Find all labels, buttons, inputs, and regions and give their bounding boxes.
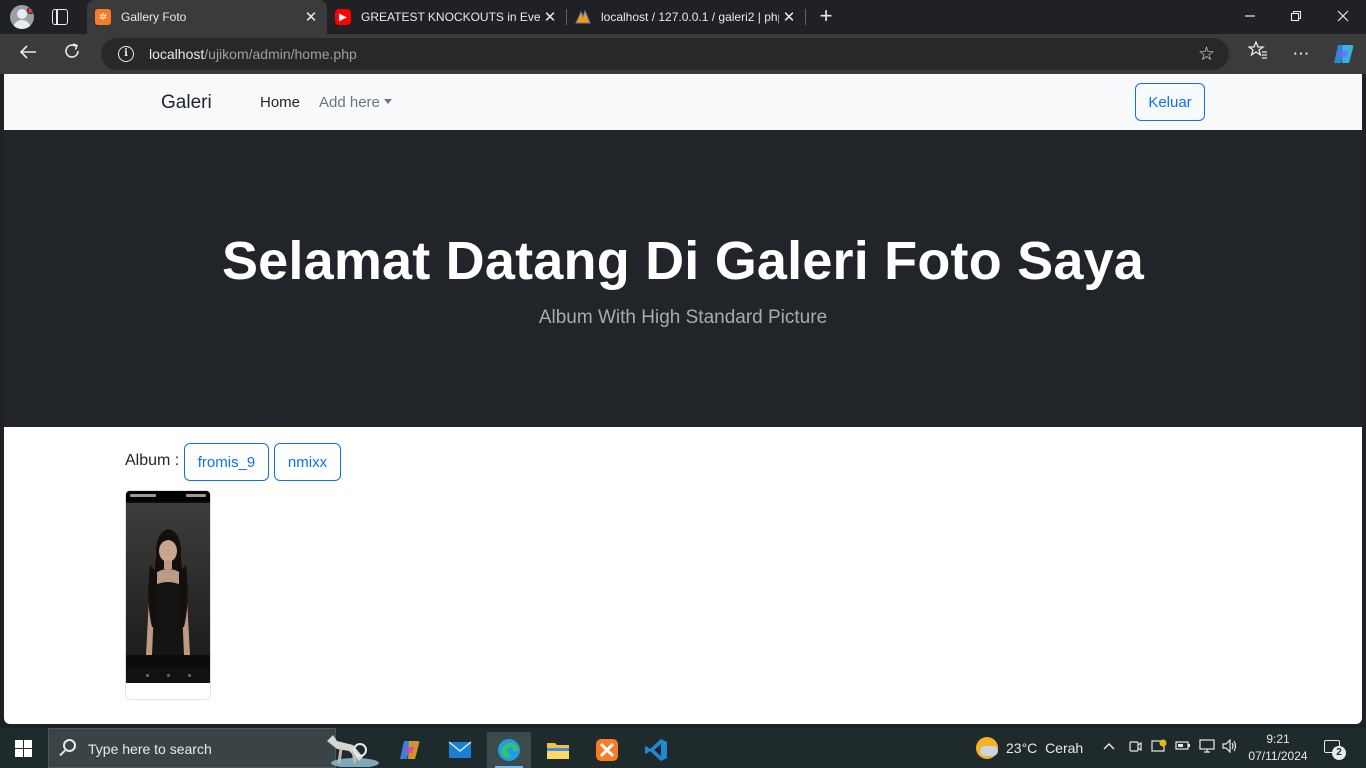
phone-status-bar xyxy=(126,491,210,501)
xampp-taskbar-icon[interactable] xyxy=(585,732,629,768)
tab-actions-icon[interactable] xyxy=(52,9,68,25)
network-icon[interactable] xyxy=(1199,739,1215,756)
close-tab-icon[interactable]: ✕ xyxy=(540,8,560,26)
restore-icon[interactable] xyxy=(1273,0,1319,34)
favorite-star-icon[interactable]: ☆ xyxy=(1198,43,1215,66)
task-view-icon[interactable] xyxy=(338,732,382,768)
album-label: Album : xyxy=(125,452,180,469)
logout-button[interactable]: Keluar xyxy=(1135,83,1205,121)
phpmyadmin-icon xyxy=(575,9,591,25)
page-viewport: Galeri Home Add here Keluar Selamat Data… xyxy=(4,74,1362,724)
tab-youtube[interactable]: ▶ GREATEST KNOCKOUTS in Every UFC ✕ xyxy=(327,0,566,34)
windows-start-icon[interactable] xyxy=(15,740,33,758)
profile-avatar-icon[interactable] xyxy=(10,5,34,29)
photo-card[interactable] xyxy=(125,490,211,700)
vscode-icon[interactable] xyxy=(634,732,678,768)
youtube-icon: ▶ xyxy=(335,9,351,25)
album-button-fromis-9[interactable]: fromis_9 xyxy=(184,443,269,481)
show-hidden-icons-chevron-icon[interactable] xyxy=(1103,739,1115,754)
navbar-brand[interactable]: Galeri xyxy=(161,92,212,114)
edge-icon[interactable] xyxy=(487,732,531,768)
url-text: localhost/ujikom/admin/home.php xyxy=(149,46,357,62)
hero-banner: Selamat Datang Di Galeri Foto Saya Album… xyxy=(4,130,1362,427)
file-explorer-icon[interactable] xyxy=(536,732,580,768)
notification-center-icon[interactable]: 2 xyxy=(1322,738,1346,760)
nav-dropdown-add-here[interactable]: Add here xyxy=(319,94,392,111)
notification-count-badge: 2 xyxy=(1332,746,1346,760)
browser-tab-strip: ✲ Gallery Foto ✕ ▶ GREATEST KNOCKOUTS in… xyxy=(0,0,1366,34)
copilot-icon[interactable] xyxy=(1332,43,1356,65)
site-navbar: Galeri Home Add here Keluar xyxy=(4,74,1362,130)
dropdown-caret-icon xyxy=(383,99,392,104)
tab-separator xyxy=(805,9,806,25)
xampp-icon: ✲ xyxy=(95,9,111,25)
back-button[interactable] xyxy=(13,39,43,69)
taskbar-search-box[interactable]: Type here to search xyxy=(48,728,379,768)
volume-icon[interactable] xyxy=(1222,738,1238,756)
photo-thumbnail[interactable] xyxy=(126,491,210,683)
partly-sunny-icon xyxy=(976,737,998,759)
site-info-icon[interactable]: i xyxy=(118,46,134,62)
close-tab-icon[interactable]: ✕ xyxy=(301,8,321,26)
mail-icon[interactable] xyxy=(438,732,482,768)
search-icon xyxy=(63,739,76,752)
close-window-icon[interactable] xyxy=(1320,0,1366,34)
minimize-icon[interactable] xyxy=(1227,0,1273,34)
album-button-nmixx[interactable]: nmixx xyxy=(274,443,341,481)
meet-now-icon[interactable] xyxy=(1128,739,1142,756)
search-placeholder: Type here to search xyxy=(88,741,212,757)
refresh-button[interactable] xyxy=(57,39,87,69)
tab-phpmyadmin[interactable]: localhost / 127.0.0.1 / galeri2 | phpMyA… xyxy=(567,0,805,34)
new-tab-button[interactable]: + xyxy=(815,4,837,28)
taskbar-clock[interactable]: 9:21 07/11/2024 xyxy=(1246,731,1310,765)
more-menu-icon[interactable]: ⋯ xyxy=(1288,41,1314,67)
nav-link-home[interactable]: Home xyxy=(260,94,300,111)
address-bar[interactable]: i localhost/ujikom/admin/home.php ☆ xyxy=(101,38,1229,70)
browser-toolbar: i localhost/ujikom/admin/home.php ☆ ⋯ xyxy=(0,34,1366,74)
close-tab-icon[interactable]: ✕ xyxy=(779,8,799,26)
favorites-icon[interactable] xyxy=(1245,40,1271,67)
windows-taskbar: Type here to search 23°C Cerah 9:21 07/1… xyxy=(0,728,1366,768)
tab-gallery-foto[interactable]: ✲ Gallery Foto ✕ xyxy=(87,0,327,34)
hero-title: Selamat Datang Di Galeri Foto Saya xyxy=(221,231,1145,291)
security-alert-icon[interactable] xyxy=(1151,739,1167,756)
battery-icon[interactable] xyxy=(1175,739,1191,754)
photo-image xyxy=(126,503,210,655)
hero-subtitle: Album With High Standard Picture xyxy=(538,307,828,328)
copilot-taskbar-icon[interactable] xyxy=(388,732,432,768)
weather-widget[interactable]: 23°C Cerah xyxy=(976,737,1083,759)
